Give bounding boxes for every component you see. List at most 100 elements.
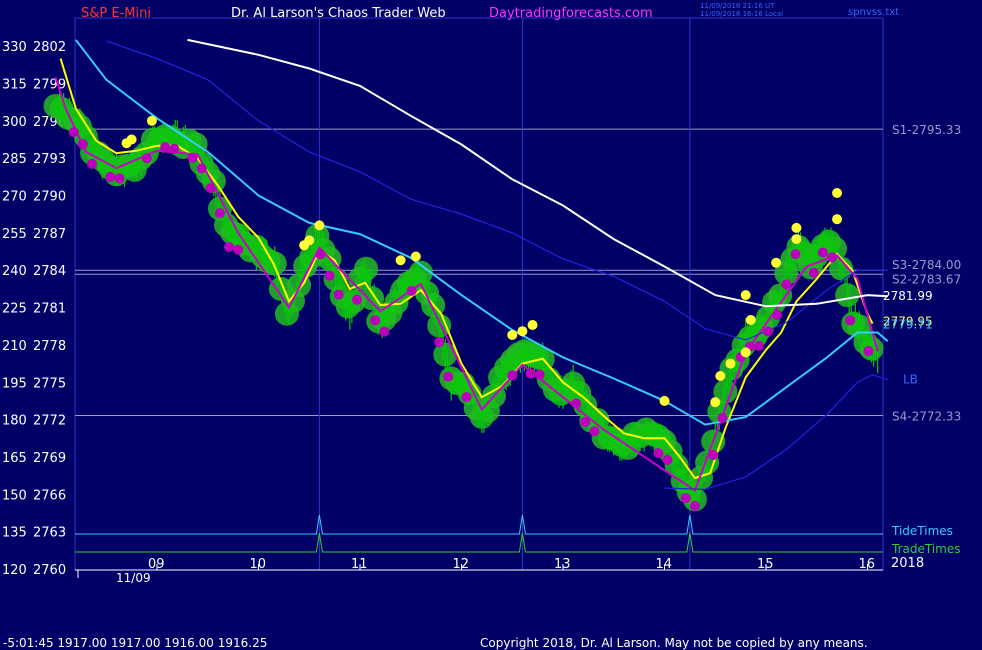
right-value-label: 2781.99 [883, 289, 933, 303]
site-title: Dr. Al Larson's Chaos Trader Web [231, 6, 446, 21]
y-tick-price: 2802 [33, 40, 66, 55]
magenta-dot [87, 158, 98, 169]
magenta-dot [114, 173, 125, 184]
magenta-dot [187, 152, 198, 163]
magenta-dot [507, 370, 518, 381]
yellow-dot [146, 115, 157, 126]
magenta-dot [781, 279, 792, 290]
magenta-dot [351, 294, 362, 305]
x-tick-label: 09 [148, 557, 165, 572]
copyright-notice: Copyright 2018, Dr. Al Larson. May not b… [480, 636, 868, 650]
yellow-dot [791, 222, 802, 233]
magenta-dot [370, 315, 381, 326]
magenta-dot [324, 270, 335, 281]
yellow-dot [410, 251, 421, 262]
magenta-dot [77, 139, 88, 150]
magenta-dot [196, 163, 207, 174]
magenta-dot [817, 247, 828, 258]
yellow-dot [832, 214, 843, 225]
magenta-dot [315, 249, 326, 260]
y-tick-index: 180 [2, 414, 27, 429]
magenta-dot [205, 183, 216, 194]
chart-window: S1-2795.33 S3-2784.00 S2-2783.67 S4-2772.33… [0, 0, 982, 650]
magenta-dot [534, 369, 545, 380]
y-tick-index: 135 [2, 526, 27, 541]
yellow-dot [304, 235, 315, 246]
y-tick-price: 2760 [33, 563, 66, 578]
magenta-dot [680, 493, 691, 504]
y-tick-index: 255 [2, 227, 27, 242]
yellow-dot [395, 255, 406, 266]
yellow-dot [740, 347, 751, 358]
right-value-label: LB [903, 373, 918, 387]
yellow-dot [527, 319, 538, 330]
magenta-dot [434, 337, 445, 348]
magenta-dot [763, 326, 774, 337]
magenta-dot [233, 244, 244, 255]
level-label: S4-2772.33 [892, 409, 961, 423]
yellow-dot [740, 290, 751, 301]
yellow-dot [710, 397, 721, 408]
year-label: 2018 [891, 556, 924, 571]
magenta-dot [753, 340, 764, 351]
magenta-dot [790, 249, 801, 260]
y-tick-price: 2766 [33, 488, 66, 503]
date-label: 11/09 [116, 571, 151, 585]
price-chart: S1-2795.33 S3-2784.00S2-2783.67 S4-2772.33… [2, 2, 961, 650]
y-tick-price: 2772 [33, 414, 66, 429]
y-tick-price: 2793 [33, 152, 66, 167]
yellow-dot [126, 134, 137, 145]
magenta-dot [717, 412, 728, 423]
level-label: S3-2784.00 [892, 258, 961, 272]
magenta-dot [160, 141, 171, 152]
magenta-dot [571, 398, 582, 409]
x-tick-label: 16 [859, 557, 876, 572]
y-tick-index: 315 [2, 77, 27, 92]
magenta-dot [662, 454, 673, 465]
plot-area [74, 17, 884, 571]
x-tick-label: 13 [554, 557, 571, 572]
magenta-dot [525, 368, 536, 379]
y-tick-price: 2775 [33, 376, 66, 391]
y-tick-index: 225 [2, 302, 27, 317]
chart-file-name: spnvss.txt [848, 7, 899, 18]
magenta-dot [708, 449, 719, 460]
level-label: S2-2783.67 [892, 272, 961, 286]
magenta-dot [379, 326, 390, 337]
magenta-dot [772, 309, 783, 320]
y-tick-index: 120 [2, 563, 27, 578]
yellow-dot [517, 326, 528, 337]
y-tick-index: 270 [2, 190, 27, 205]
y-tick-price: 2781 [33, 302, 66, 317]
brand-link[interactable]: Daytradingforecasts.com [489, 6, 653, 21]
instrument-title: S&P E-Mini [81, 6, 151, 21]
right-value-label: 2779.71 [883, 318, 933, 332]
y-tick-price: 2784 [33, 264, 66, 279]
yellow-dot [791, 234, 802, 245]
y-tick-index: 150 [2, 488, 27, 503]
magenta-dot [141, 153, 152, 164]
magenta-dot [826, 252, 837, 263]
magenta-dot [169, 143, 180, 154]
magenta-dot [653, 448, 664, 459]
y-tick-price: 2790 [33, 190, 66, 205]
magenta-dot [580, 416, 591, 427]
magenta-dot [589, 426, 600, 437]
magenta-dot [461, 392, 472, 403]
yellow-dot [659, 395, 670, 406]
level-label: S1-2795.33 [892, 123, 961, 137]
magenta-dot [845, 315, 856, 326]
magenta-dot [863, 346, 874, 357]
magenta-dot [224, 242, 235, 253]
yellow-dot [507, 329, 518, 340]
x-tick-label: 10 [250, 557, 267, 572]
x-tick-label: 15 [757, 557, 774, 572]
y-tick-index: 165 [2, 451, 27, 466]
yellow-dot [314, 220, 325, 231]
y-tick-price: 2778 [33, 339, 66, 354]
magenta-dot [808, 267, 819, 278]
yellow-dot [745, 315, 756, 325]
x-tick-label: 14 [656, 557, 673, 572]
y-tick-index: 210 [2, 339, 27, 354]
timestamp-utc: 11/09/2018 21:16 UT [700, 2, 775, 10]
